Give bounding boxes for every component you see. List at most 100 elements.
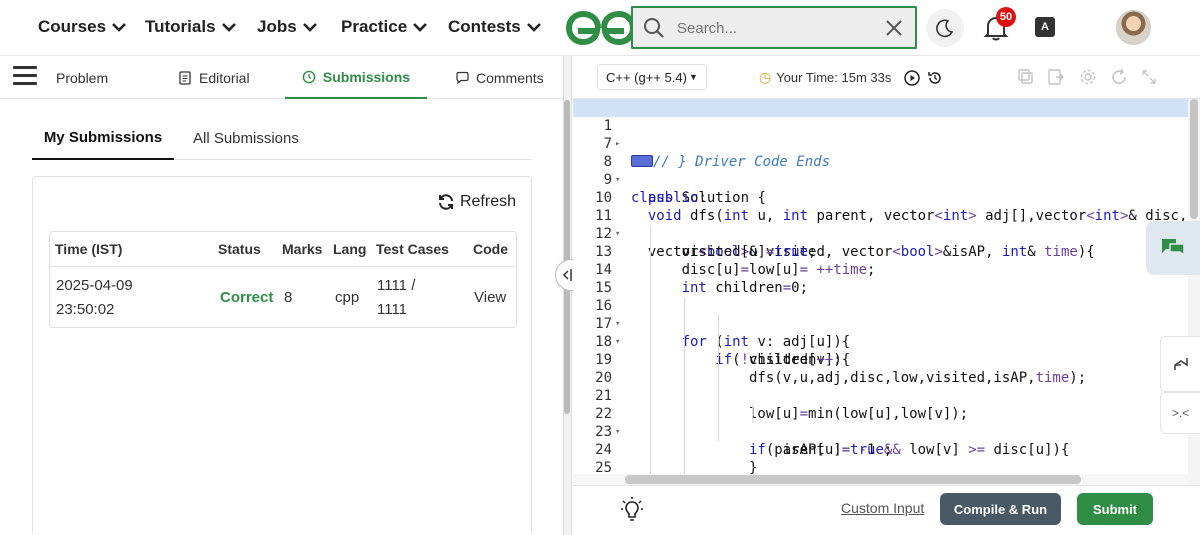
- avatar[interactable]: [1116, 10, 1151, 45]
- code-line: 11 ▾ vector<bool>& visited, vector<bool>…: [573, 189, 1188, 260]
- tab-comments-label: Comments: [476, 69, 544, 86]
- code-line: 21 low[u]=min(low[u],low[v]);: [573, 369, 1188, 422]
- code-toggle-button[interactable]: >.<: [1160, 392, 1200, 434]
- side-tool-button[interactable]: [1160, 336, 1200, 392]
- indent-guide: [752, 405, 753, 423]
- language-select[interactable]: C++ (g++ 5.4) ▼: [597, 64, 707, 90]
- top-navbar: Courses Tutorials Jobs Practice Contests…: [0, 0, 1200, 56]
- code-line: 14 int children=0;: [573, 243, 1188, 296]
- editor-footer: Custom Input Compile & Run Submit: [573, 485, 1200, 535]
- tab-all-submissions[interactable]: All Submissions: [193, 116, 299, 160]
- submit-button[interactable]: Submit: [1077, 493, 1153, 525]
- code-line: 22 ▾ if(parent != -1 && low[v] >= disc[u…: [573, 387, 1188, 458]
- search-input[interactable]: [677, 16, 877, 40]
- nav-tutorials[interactable]: Tutorials: [145, 17, 236, 37]
- code-line: 9 public:: [573, 153, 1188, 206]
- code-line: 17 ▾ if(!visited[v]){: [573, 297, 1188, 368]
- cell-time: 2025-04-09 23:50:02: [56, 267, 133, 329]
- chat-icon: [1162, 239, 1185, 257]
- timer-icon: ◷: [759, 69, 772, 85]
- refresh-icon: [438, 194, 453, 210]
- menu-icon[interactable]: [13, 66, 37, 86]
- play-icon[interactable]: [904, 69, 921, 86]
- editor-horizontal-scrollbar[interactable]: [573, 474, 1188, 485]
- test-cases-passed: 1111 /: [377, 277, 416, 294]
- timer: ◷ Your Time: 15m 33s: [759, 69, 943, 86]
- reset-timer-icon[interactable]: [927, 70, 943, 86]
- submission-time: 23:50:02: [56, 301, 115, 318]
- code-line: 8 ▾ class Solution {: [573, 135, 1188, 206]
- code-line: 13 disc[u]=low[u]= ++time;: [573, 225, 1188, 278]
- col-time: Time (IST): [55, 241, 123, 257]
- comment-icon: [456, 71, 469, 84]
- submissions-card: Refresh Time (IST) Status Marks Lang Tes…: [32, 176, 532, 535]
- upload-icon[interactable]: [1047, 68, 1065, 86]
- cell-marks: 8: [284, 289, 293, 306]
- code-line: 16 ▾ for (int v: adj[u]){: [573, 279, 1188, 350]
- code-line: 7: [573, 117, 1188, 152]
- code-editor[interactable]: 1 ▸ // } Driver Code Ends 7 8 ▾ class So…: [573, 99, 1188, 485]
- tab-submissions[interactable]: Submissions: [285, 56, 427, 99]
- cell-lang: cpp: [335, 289, 360, 306]
- submission-date: 2025-04-09: [56, 277, 133, 294]
- tab-my-submissions-label: My Submissions: [43, 128, 163, 146]
- tab-problem-label: Problem: [56, 69, 109, 86]
- theme-toggle-button[interactable]: [926, 9, 964, 47]
- problem-tabs: Problem Editorial Submissions Comments: [0, 56, 563, 99]
- nav-contests[interactable]: Contests: [448, 17, 541, 37]
- code-line: 20: [573, 351, 1188, 386]
- code-line: 10 void dfs(int u, int parent, vector<in…: [573, 171, 1188, 224]
- view-code-link[interactable]: View: [474, 267, 506, 329]
- nav-jobs[interactable]: Jobs: [257, 17, 317, 37]
- code-line: 1 ▸ // } Driver Code Ends: [573, 99, 1188, 170]
- compile-run-button[interactable]: Compile & Run: [940, 493, 1061, 525]
- nav-courses[interactable]: Courses: [38, 17, 126, 37]
- timer-label: Your Time: 15m 33s: [776, 70, 892, 85]
- tab-problem[interactable]: Problem: [56, 56, 108, 99]
- refresh-button[interactable]: Refresh: [437, 193, 516, 211]
- nav-practice[interactable]: Practice: [341, 17, 428, 37]
- fullscreen-icon[interactable]: [1140, 68, 1158, 86]
- left-panel-scrollbar[interactable]: [564, 100, 570, 414]
- code-line: 19 dfs(v,u,adj,disc,low,visited,isAP,tim…: [573, 333, 1188, 386]
- cell-test-cases: 1111 / 1111: [377, 267, 415, 329]
- custom-input-link[interactable]: Custom Input: [841, 500, 924, 516]
- code-line: 18 children++;: [573, 315, 1188, 368]
- search-icon: [644, 18, 664, 38]
- copy-icon[interactable]: [1017, 68, 1035, 86]
- col-marks: Marks: [282, 241, 323, 257]
- code-line: 24 }: [573, 423, 1188, 476]
- gfg-logo-icon[interactable]: [566, 10, 636, 46]
- chevron-down-icon: [413, 23, 428, 32]
- tab-editorial[interactable]: Editorial: [178, 56, 250, 99]
- editor-toolbar: C++ (g++ 5.4) ▼ ◷ Your Time: 15m 33s: [573, 56, 1200, 99]
- lightbulb-icon[interactable]: [620, 496, 644, 524]
- problem-panel: Problem Editorial Submissions Comments M…: [0, 56, 563, 535]
- indent-guide: [650, 225, 651, 477]
- col-status: Status: [218, 241, 261, 257]
- reset-code-icon[interactable]: [1110, 68, 1128, 86]
- chat-widget-button[interactable]: [1146, 221, 1200, 275]
- tab-my-submissions[interactable]: My Submissions: [32, 116, 174, 160]
- code-line: 25 }: [573, 441, 1188, 485]
- tab-submissions-label: Submissions: [322, 68, 411, 85]
- document-icon: [179, 70, 191, 85]
- nav-contests-label: Contests: [448, 17, 521, 36]
- scrollbar-thumb[interactable]: [1190, 99, 1198, 219]
- refresh-label: Refresh: [459, 193, 516, 210]
- search-bar[interactable]: [631, 6, 917, 49]
- scrollbar-thumb[interactable]: [625, 475, 1081, 484]
- clock-icon: [302, 70, 316, 83]
- translate-icon[interactable]: A: [1035, 17, 1055, 37]
- tab-comments[interactable]: Comments: [455, 56, 544, 99]
- chevron-down-icon: [526, 23, 541, 32]
- tab-all-submissions-label: All Submissions: [193, 129, 299, 147]
- chevron-down-icon: [302, 23, 317, 32]
- code-line: 15: [573, 261, 1188, 296]
- close-icon[interactable]: [885, 19, 903, 37]
- moon-icon: [936, 19, 954, 38]
- hierarchy-icon: [1173, 358, 1188, 370]
- col-code: Code: [473, 241, 508, 257]
- settings-icon[interactable]: [1079, 68, 1097, 86]
- col-test-cases: Test Cases: [376, 241, 449, 257]
